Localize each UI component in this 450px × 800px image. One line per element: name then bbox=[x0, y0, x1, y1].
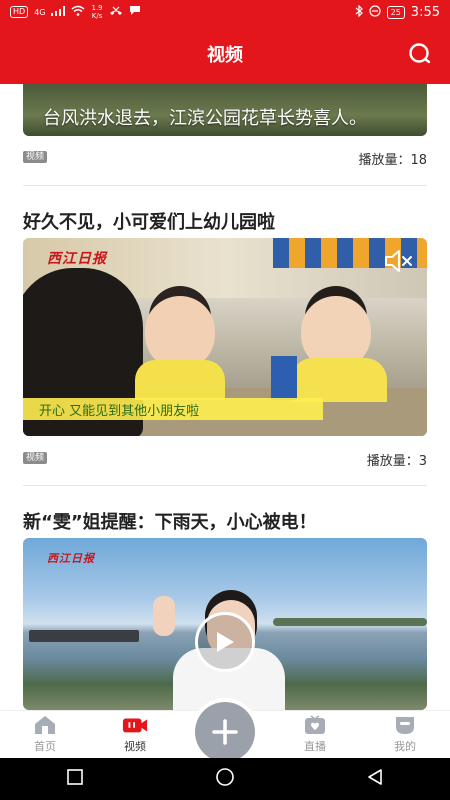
thumbnail-caption: 台风洪水退去，江滨公园花草长势喜人。 bbox=[43, 108, 367, 129]
signal-icon bbox=[51, 5, 66, 19]
play-button[interactable] bbox=[195, 612, 255, 672]
newspaper-logo: 西江日报 bbox=[47, 552, 95, 565]
home-circle-icon[interactable] bbox=[215, 767, 235, 791]
video-icon bbox=[122, 714, 148, 736]
net-speed: 1.9 K/s bbox=[91, 4, 103, 20]
nav-label: 首页 bbox=[34, 740, 56, 753]
recents-icon[interactable] bbox=[66, 768, 84, 790]
missed-call-icon bbox=[109, 6, 123, 19]
newspaper-logo: 西江日报 bbox=[47, 251, 107, 267]
app-header: 视频 bbox=[0, 24, 450, 84]
back-icon[interactable] bbox=[366, 768, 384, 790]
nav-label: 视频 bbox=[124, 740, 146, 753]
video-tag: 视频 bbox=[23, 151, 48, 163]
video-player[interactable]: 西江日报 开心 又能见到其他小朋友啦 bbox=[23, 238, 427, 436]
video-subtitle: 开心 又能见到其他小朋友啦 bbox=[23, 398, 323, 420]
play-icon bbox=[217, 632, 234, 652]
scene-child-shirt bbox=[291, 358, 387, 402]
scene-waving-hand bbox=[153, 596, 175, 636]
clock: 3:55 bbox=[410, 4, 440, 20]
status-bar: HD 4G 1.9 K/s 25 3:55 bbox=[0, 0, 450, 24]
video-feed[interactable]: 台风洪水退去，江滨公园花草长势喜人。 视频 播放量：18 好久不见，小可爱们上幼… bbox=[0, 84, 450, 710]
nav-item-video[interactable]: 视频 bbox=[90, 710, 180, 758]
profile-icon bbox=[392, 714, 418, 736]
nav-label: 直播 bbox=[304, 740, 326, 753]
video-thumbnail[interactable]: 台风洪水退去，江滨公园花草长势喜人。 bbox=[23, 84, 427, 136]
battery-indicator: 25 bbox=[386, 5, 405, 19]
scene-milk-box bbox=[271, 356, 297, 400]
divider bbox=[23, 185, 427, 186]
bluetooth-icon bbox=[355, 4, 363, 20]
scene-child-shirt bbox=[135, 360, 225, 400]
search-icon[interactable] bbox=[408, 42, 432, 66]
video-tag: 视频 bbox=[23, 452, 48, 464]
nav-item-profile[interactable]: 我的 bbox=[360, 710, 450, 758]
video-player[interactable]: 西江日报 bbox=[23, 538, 427, 710]
nav-item-live[interactable]: 直播 bbox=[270, 710, 360, 758]
divider bbox=[23, 485, 427, 486]
nav-item-home[interactable]: 首页 bbox=[0, 710, 90, 758]
hd-badge: HD bbox=[10, 6, 29, 18]
nav-label: 我的 bbox=[394, 740, 416, 753]
news-title[interactable]: 新“雯”姐提醒：下雨天，小心被电！ bbox=[23, 508, 317, 534]
play-count: 播放量：18 bbox=[358, 153, 427, 168]
scene-child-face bbox=[145, 296, 215, 370]
scene-boat bbox=[29, 630, 139, 642]
wifi-icon bbox=[71, 5, 85, 19]
news-title[interactable]: 好久不见，小可爱们上幼儿园啦 bbox=[23, 208, 275, 234]
network-label: 4G bbox=[34, 7, 46, 17]
system-nav-bar bbox=[0, 758, 450, 800]
play-count: 播放量：3 bbox=[366, 454, 427, 469]
scene-hills bbox=[273, 618, 427, 626]
publish-button[interactable] bbox=[195, 702, 255, 762]
vibrate-icon bbox=[369, 4, 381, 20]
page-title: 视频 bbox=[207, 45, 243, 66]
mute-icon[interactable] bbox=[383, 248, 413, 274]
home-icon bbox=[32, 714, 58, 736]
message-icon bbox=[129, 5, 141, 19]
live-icon bbox=[302, 714, 328, 736]
plus-icon bbox=[212, 719, 238, 745]
